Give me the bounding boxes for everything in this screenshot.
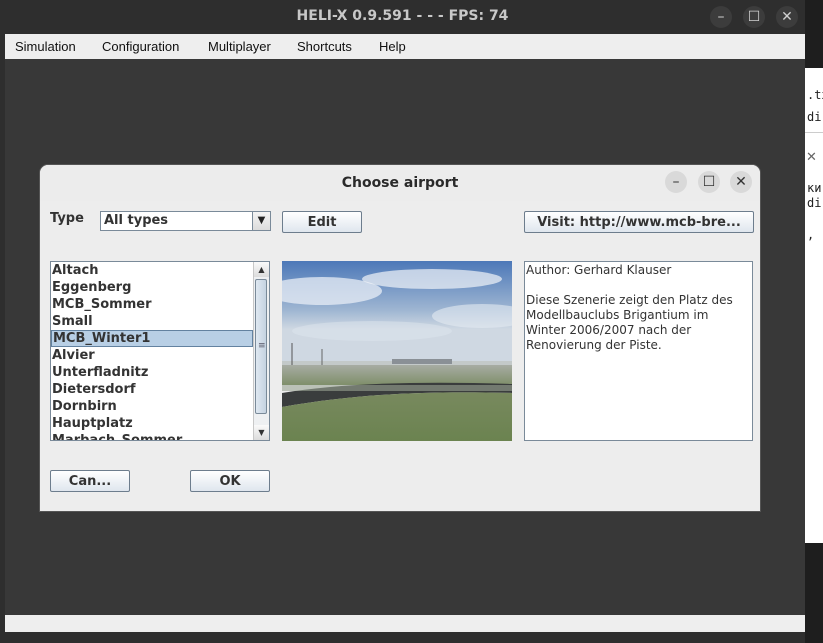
dialog-maximize-icon[interactable]: ☐ xyxy=(698,171,720,193)
airport-list[interactable]: Altach Eggenberg MCB_Sommer Small MCB_Wi… xyxy=(50,261,270,441)
dialog-titlebar: Choose airport – ☐ ✕ xyxy=(40,165,760,201)
airport-author: Author: Gerhard Klauser xyxy=(526,263,672,277)
scrollbar-thumb[interactable]: ≡ xyxy=(255,279,267,414)
type-combobox[interactable]: All types ▼ xyxy=(100,211,271,231)
triangle-up-icon[interactable]: ▲ xyxy=(254,262,269,277)
list-item-selected[interactable]: MCB_Winter1 xyxy=(51,330,253,347)
airport-list-items: Altach Eggenberg MCB_Sommer Small MCB_Wi… xyxy=(51,262,253,440)
menubar: Simulation Configuration Multiplayer Sho… xyxy=(5,34,805,59)
background-window-bottom xyxy=(805,543,823,643)
type-label: Type xyxy=(50,211,84,226)
list-item[interactable]: Dietersdorf xyxy=(51,381,253,398)
list-item[interactable]: Eggenberg xyxy=(51,279,253,296)
ok-button[interactable]: OK xyxy=(190,470,270,492)
chevron-down-icon[interactable]: ▼ xyxy=(252,212,270,230)
background-text-2: di xyxy=(807,110,822,124)
close-icon[interactable]: ✕ xyxy=(776,6,798,28)
background-window-top xyxy=(805,0,823,68)
status-bar xyxy=(5,615,805,632)
choose-airport-dialog: Choose airport – ☐ ✕ Type All types ▼ Ed… xyxy=(40,165,760,511)
triangle-down-icon[interactable]: ▼ xyxy=(254,425,269,440)
background-text-4: di xyxy=(807,196,822,210)
dialog-title: Choose airport xyxy=(341,175,459,191)
list-item[interactable]: Hauptplatz xyxy=(51,415,253,432)
menu-simulation[interactable]: Simulation xyxy=(15,39,76,54)
background-text-5: , xyxy=(807,228,815,242)
list-item[interactable]: Dornbirn xyxy=(51,398,253,415)
minimize-icon[interactable]: – xyxy=(710,6,732,28)
airport-preview-image xyxy=(282,261,512,441)
menu-multiplayer[interactable]: Multiplayer xyxy=(208,39,271,54)
list-item[interactable]: Alvier xyxy=(51,347,253,364)
airport-description: Author: Gerhard Klauser Diese Szenerie z… xyxy=(524,261,753,441)
list-scrollbar[interactable]: ▲ ≡ ▼ xyxy=(253,262,269,440)
list-item[interactable]: Unterfladnitz xyxy=(51,364,253,381)
list-item[interactable]: Altach xyxy=(51,262,253,279)
list-item[interactable]: Small xyxy=(51,313,253,330)
background-text-1: .txt xyxy=(807,88,823,102)
airport-description-text: Diese Szenerie zeigt den Platz des Model… xyxy=(526,293,733,352)
window-title: HELI-X 0.9.591 - - - FPS: 74 xyxy=(296,8,509,24)
background-close-icon[interactable]: ✕ xyxy=(806,150,817,165)
dialog-close-icon[interactable]: ✕ xyxy=(730,171,752,193)
maximize-icon[interactable]: ☐ xyxy=(743,6,765,28)
edit-button[interactable]: Edit xyxy=(282,211,362,233)
menu-shortcuts[interactable]: Shortcuts xyxy=(297,39,352,54)
background-text-3: ки xyxy=(807,181,822,195)
background-divider xyxy=(805,132,823,133)
window-titlebar: HELI-X 0.9.591 - - - FPS: 74 – ☐ ✕ xyxy=(0,0,805,33)
list-item[interactable]: Marbach_Sommer xyxy=(51,432,253,440)
menu-configuration[interactable]: Configuration xyxy=(102,39,179,54)
type-value: All types xyxy=(104,213,169,228)
list-item[interactable]: MCB_Sommer xyxy=(51,296,253,313)
menu-help[interactable]: Help xyxy=(379,39,406,54)
cancel-button[interactable]: Can... xyxy=(50,470,130,492)
background-editor xyxy=(805,68,823,543)
visit-website-button[interactable]: Visit: http://www.mcb-bre... xyxy=(524,211,754,233)
dialog-minimize-icon[interactable]: – xyxy=(665,171,687,193)
